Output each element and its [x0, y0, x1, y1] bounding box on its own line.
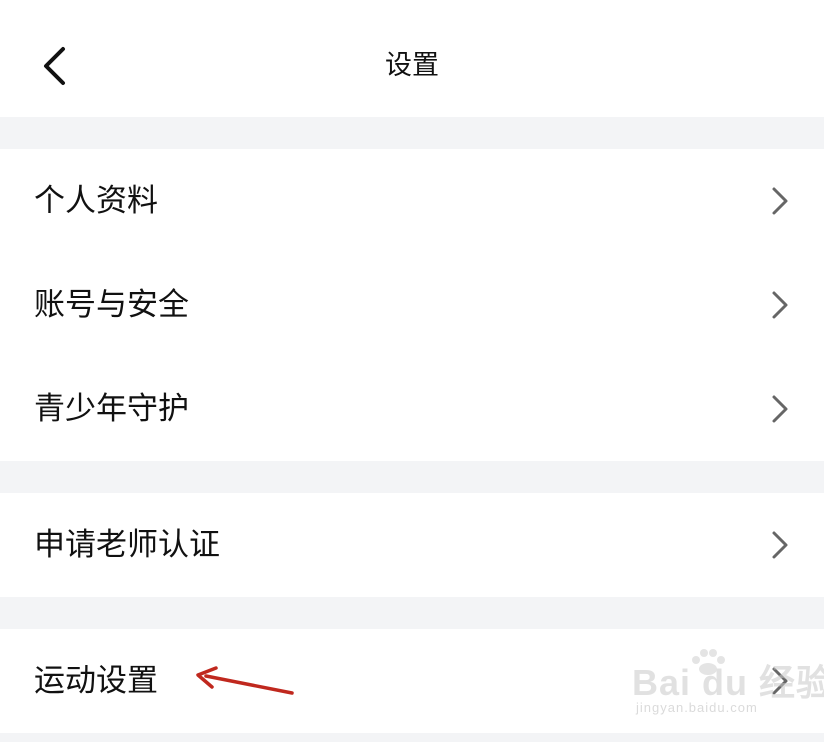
menu-item-label: 申请老师认证 — [34, 527, 220, 563]
page-title: 设置 — [385, 50, 439, 81]
top-bar: 设置 — [0, 0, 824, 117]
menu-item-label: 青少年守护 — [34, 391, 189, 427]
watermark-url: jingyan.baidu.com — [636, 700, 758, 715]
menu-item-teacher-certification[interactable]: 申请老师认证 — [0, 493, 824, 597]
menu-item-label: 个人资料 — [34, 183, 158, 219]
chevron-right-icon — [772, 291, 788, 319]
watermark-brand: Bai du 经验 — [632, 662, 824, 703]
menu-item-account-security[interactable]: 账号与安全 — [0, 253, 824, 357]
settings-group-teacher: 申请老师认证 — [0, 493, 824, 597]
annotation-arrow-icon — [196, 666, 294, 695]
chevron-right-icon — [772, 531, 788, 559]
menu-item-profile[interactable]: 个人资料 — [0, 149, 824, 253]
menu-item-youth-protection[interactable]: 青少年守护 — [0, 357, 824, 461]
menu-item-label: 账号与安全 — [34, 287, 189, 323]
baidu-jingyan-watermark: Bai du 经验 jingyan.baidu.com — [632, 648, 824, 724]
chevron-right-icon — [772, 187, 788, 215]
settings-group-account: 个人资料 账号与安全 青少年守护 — [0, 149, 824, 461]
chevron-right-icon — [772, 395, 788, 423]
menu-item-label: 运动设置 — [34, 663, 158, 699]
